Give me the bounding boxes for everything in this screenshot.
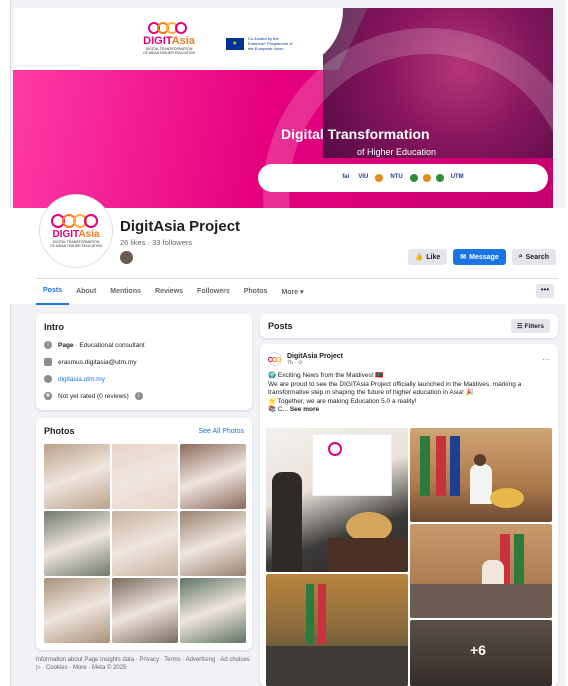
more-options-button[interactable]: •••: [536, 284, 554, 298]
page-tabs: Posts About Mentions Reviews Followers P…: [36, 278, 558, 305]
like-button[interactable]: 👍 Like: [407, 249, 448, 265]
post-timestamp[interactable]: 7h · ⊙: [287, 360, 343, 366]
post-photo[interactable]: [266, 574, 408, 686]
posts-title: Posts: [268, 321, 293, 331]
info-icon[interactable]: i: [134, 392, 143, 400]
page-footer[interactable]: Information about Page Insights data · P…: [36, 656, 252, 672]
see-more-link[interactable]: See more: [290, 406, 319, 413]
photo-thumbnail[interactable]: [112, 578, 178, 643]
page-stats[interactable]: 26 likes · 33 followers: [120, 238, 192, 247]
post-photo[interactable]: +6: [410, 620, 552, 686]
mail-icon: [44, 358, 52, 366]
tab-posts[interactable]: Posts: [36, 279, 70, 305]
tab-reviews[interactable]: Reviews: [148, 279, 190, 305]
photo-thumbnail[interactable]: [44, 444, 110, 509]
post-photo[interactable]: [266, 428, 408, 572]
intro-category: i Page · Educational consultant: [44, 341, 244, 349]
intro-website: digitasia.utm.my: [44, 375, 244, 383]
photo-thumbnail[interactable]: [180, 511, 246, 576]
see-all-photos-link[interactable]: See All Photos: [198, 428, 244, 435]
photos-title: Photos: [44, 426, 75, 436]
intro-rating: ★ Not yet rated (0 reviews) i: [44, 392, 244, 400]
cover-photo[interactable]: DIGITAsia DIGITAL TRANSFORMATION OF ASIA…: [13, 8, 553, 208]
search-button[interactable]: ⌕ Search: [511, 249, 556, 265]
photo-grid: [44, 444, 246, 643]
partner-logo: VIU: [358, 174, 369, 180]
more-photos-count[interactable]: +6: [470, 642, 486, 658]
tab-photos[interactable]: Photos: [237, 279, 275, 305]
profile-actions: 👍 Like ✉ Message ⌕ Search: [407, 249, 556, 265]
partner-logo: UTM: [450, 174, 464, 180]
photo-thumbnail[interactable]: [44, 578, 110, 643]
thumbs-up-icon: 👍: [414, 254, 424, 261]
star-icon: ★: [44, 392, 52, 400]
photos-card: Photos See All Photos: [36, 418, 252, 650]
post-photo[interactable]: [410, 524, 552, 618]
partner-logo: fai: [342, 174, 350, 180]
post-body: 🌍 Exciting News from the Maldives! 🇲🇻 We…: [268, 372, 522, 413]
tab-followers[interactable]: Followers: [190, 279, 237, 305]
digitasia-logo: DIGITAsia DIGITAL TRANSFORMATION OF ASIA…: [143, 22, 195, 55]
message-button[interactable]: ✉ Message: [453, 249, 506, 265]
page-avatar[interactable]: DIGITAsia DIGITAL TRANSFORMATION OF ASIA…: [40, 195, 112, 267]
partner-logo: [422, 174, 431, 182]
photo-thumbnail[interactable]: [180, 444, 246, 509]
photo-thumbnail[interactable]: [180, 578, 246, 643]
posts-header: Posts ☰ Filters: [260, 314, 558, 338]
photo-thumbnail[interactable]: [112, 511, 178, 576]
page-name: DigitAsia Project: [120, 218, 241, 235]
partner-logo: [435, 174, 444, 182]
tab-about[interactable]: About: [69, 279, 103, 305]
intro-title: Intro: [44, 322, 64, 332]
info-icon: i: [44, 341, 52, 349]
post-author-avatar[interactable]: [268, 352, 282, 366]
post-card: DigitAsia Project 7h · ⊙ ··· 🌍 Exciting …: [260, 344, 558, 686]
cover-title: Digital Transformation: [281, 126, 430, 142]
post-photo-mosaic: +6: [266, 428, 552, 686]
messenger-icon: ✉: [460, 254, 467, 261]
post-author[interactable]: DigitAsia Project: [287, 353, 343, 360]
intro-card: Intro i Page · Educational consultant er…: [36, 314, 252, 410]
post-options-icon[interactable]: ···: [542, 355, 550, 364]
tab-more[interactable]: More ▾: [274, 279, 310, 305]
intro-email: erasmus.digitasia@utm.my: [44, 358, 244, 366]
globe-icon: [44, 375, 52, 383]
eu-cofunded-badge: Co-funded by the Erasmus+ Programme of t…: [226, 36, 296, 51]
photo-thumbnail[interactable]: [44, 511, 110, 576]
partner-logo: [375, 174, 384, 182]
partner-logos: fai VIU NTU UTM: [258, 164, 548, 192]
eu-flag-icon: [226, 37, 244, 50]
post-photo[interactable]: [410, 428, 552, 522]
partner-logo: NTU: [390, 174, 403, 180]
cover-subtitle: of Higher Education: [357, 147, 437, 157]
search-icon: ⌕: [518, 253, 523, 260]
follower-avatar[interactable]: [120, 251, 133, 264]
photo-thumbnail[interactable]: [112, 444, 178, 509]
filters-button[interactable]: ☰ Filters: [510, 319, 550, 333]
tab-mentions[interactable]: Mentions: [103, 279, 148, 305]
partner-logo: [409, 174, 418, 182]
